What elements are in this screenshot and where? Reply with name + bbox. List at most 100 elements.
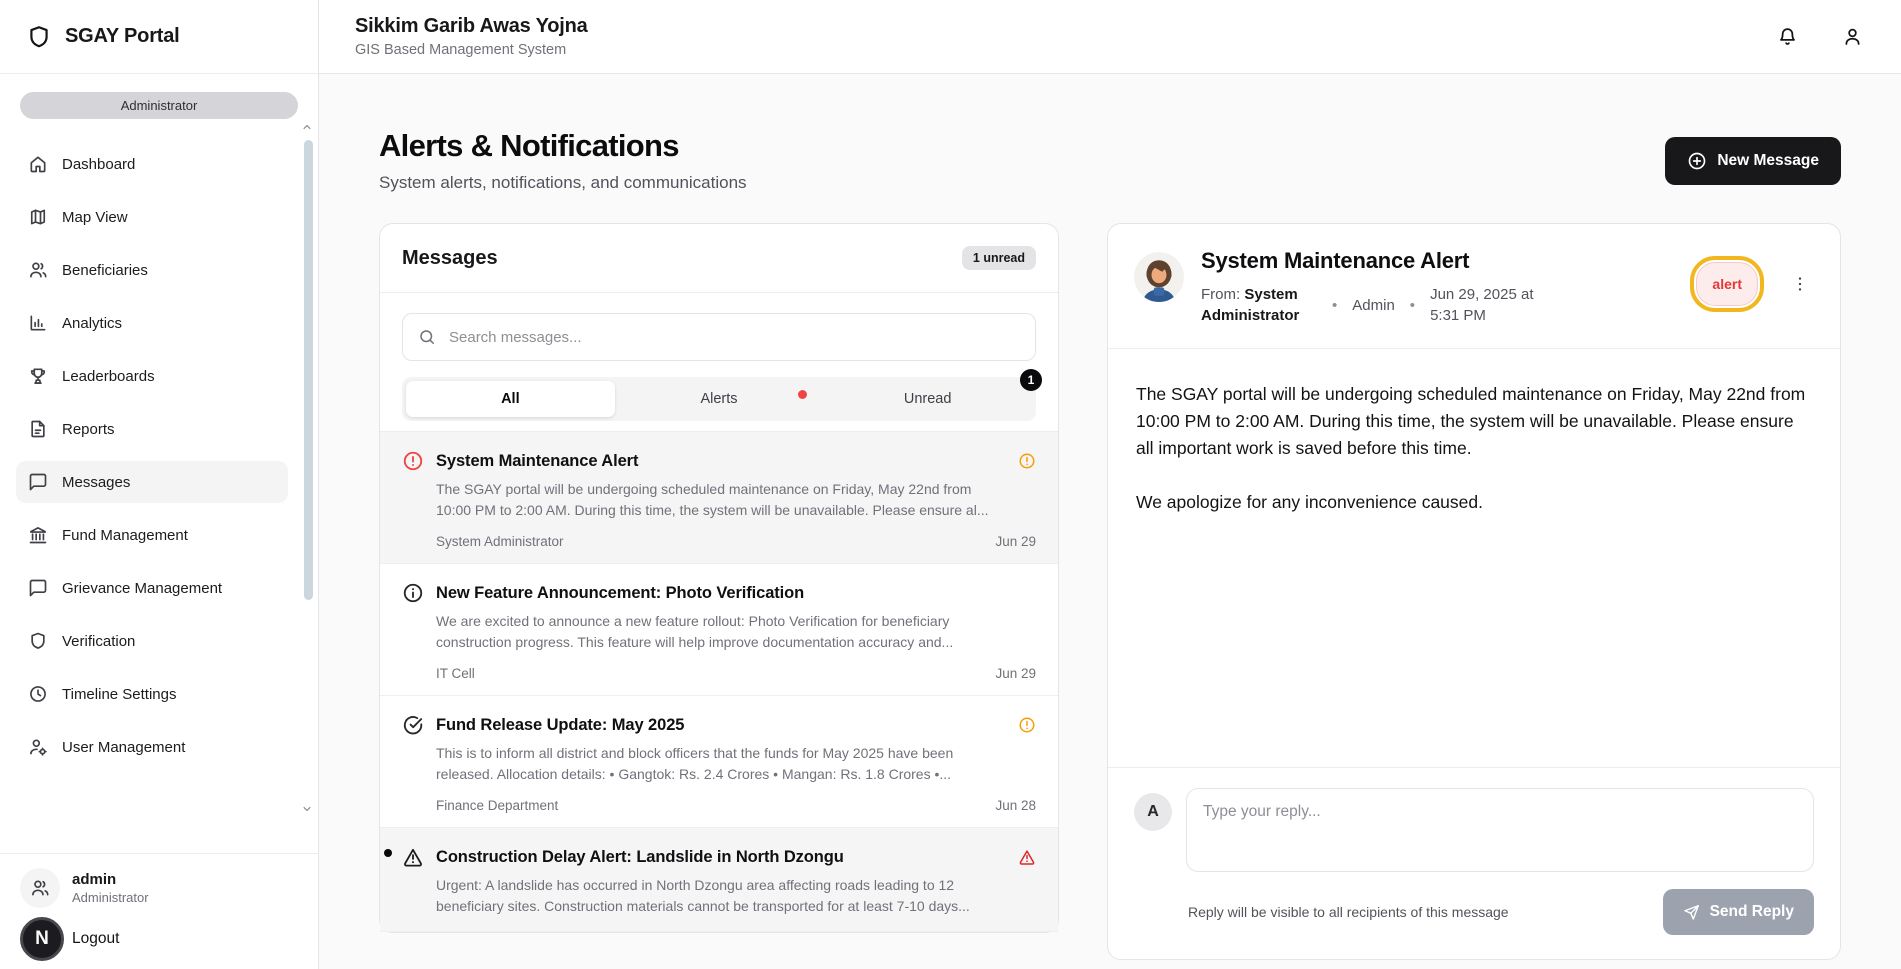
alert-circle-icon xyxy=(1018,716,1036,734)
message-detail-panel: System Maintenance Alert From: System Ad… xyxy=(1107,223,1841,960)
detail-title: System Maintenance Alert xyxy=(1201,248,1556,274)
message-timestamp: Jun 29, 2025 at 5:31 PM xyxy=(1430,284,1556,326)
sidebar-item-label: Reports xyxy=(62,421,115,438)
sidebar-item-label: Grievance Management xyxy=(62,580,222,597)
sender-avatar xyxy=(1134,252,1184,302)
alert-triangle-icon xyxy=(402,846,424,868)
tab-label: All xyxy=(501,391,520,407)
send-reply-label: Send Reply xyxy=(1710,903,1794,921)
sender-role: Admin xyxy=(1352,295,1395,316)
home-icon xyxy=(28,154,48,174)
alert-triangle-icon xyxy=(1018,848,1036,866)
chevron-up-icon[interactable] xyxy=(300,120,314,134)
tab-label: Alerts xyxy=(700,391,737,407)
clock-icon xyxy=(28,684,48,704)
alerts-notification-dot xyxy=(798,390,807,399)
sidebar-item-user-management[interactable]: User Management xyxy=(16,726,288,768)
unread-count-badge: 1 unread xyxy=(962,246,1036,270)
sidebar: SGAY Portal Administrator Dashboard Map … xyxy=(0,0,319,969)
user-name: admin xyxy=(72,871,149,888)
map-icon xyxy=(28,207,48,227)
sidebar-item-grievance-management[interactable]: Grievance Management xyxy=(16,567,288,609)
landmark-icon xyxy=(28,525,48,545)
tab-all[interactable]: All xyxy=(406,381,615,417)
message-body-paragraph: The SGAY portal will be undergoing sched… xyxy=(1136,381,1812,462)
sidebar-item-fund-management[interactable]: Fund Management xyxy=(16,514,288,556)
sidebar-item-timeline-settings[interactable]: Timeline Settings xyxy=(16,673,288,715)
main-content: Alerts & Notifications System alerts, no… xyxy=(319,74,1901,969)
meta-separator: • xyxy=(1410,295,1415,316)
tab-label: Unread xyxy=(904,391,952,407)
sidebar-item-leaderboards[interactable]: Leaderboards xyxy=(16,355,288,397)
message-list-item[interactable]: System Maintenance Alert The SGAY portal … xyxy=(380,432,1058,564)
message-date: Jun 29 xyxy=(995,534,1036,549)
sidebar-item-label: Dashboard xyxy=(62,156,135,173)
send-icon xyxy=(1683,904,1700,921)
message-sender: IT Cell xyxy=(436,666,475,681)
users-icon xyxy=(30,878,50,898)
sidebar-item-dashboard[interactable]: Dashboard xyxy=(16,143,288,185)
sidebar-item-label: Beneficiaries xyxy=(62,262,148,279)
sidebar-item-verification[interactable]: Verification xyxy=(16,620,288,662)
dev-overlay-badge[interactable]: N xyxy=(20,917,64,961)
search-input[interactable] xyxy=(402,313,1036,361)
logout-button[interactable]: N Logout xyxy=(20,917,298,961)
message-preview: The SGAY portal will be undergoing sched… xyxy=(436,479,996,521)
reply-input[interactable] xyxy=(1186,788,1814,872)
from-label: From: xyxy=(1201,286,1240,303)
chevron-down-icon[interactable] xyxy=(300,802,314,816)
topbar: Sikkim Garib Awas Yojna GIS Based Manage… xyxy=(319,0,1901,74)
message-list-item[interactable]: Fund Release Update: May 2025This is to … xyxy=(380,696,1058,828)
search-icon xyxy=(418,328,436,346)
reply-visibility-note: Reply will be visible to all recipients … xyxy=(1188,904,1509,920)
portal-subtitle: GIS Based Management System xyxy=(355,42,588,58)
reply-user-avatar: A xyxy=(1134,793,1172,831)
meta-separator: • xyxy=(1332,295,1337,316)
message-title: System Maintenance Alert xyxy=(436,452,1006,471)
sidebar-item-label: User Management xyxy=(62,739,185,756)
sidebar-item-analytics[interactable]: Analytics xyxy=(16,302,288,344)
sidebar-item-beneficiaries[interactable]: Beneficiaries xyxy=(16,249,288,291)
more-options-icon[interactable] xyxy=(1790,274,1810,294)
bar-chart-icon xyxy=(28,313,48,333)
message-list-item[interactable]: Construction Delay Alert: Landslide in N… xyxy=(380,828,1058,932)
users-icon xyxy=(28,260,48,280)
message-preview: Urgent: A landslide has occurred in Nort… xyxy=(436,875,996,917)
notifications-bell-icon[interactable] xyxy=(1777,26,1798,47)
message-title: Fund Release Update: May 2025 xyxy=(436,716,1006,735)
page-subtitle: System alerts, notifications, and commun… xyxy=(379,173,747,193)
alert-circle-icon xyxy=(402,450,424,472)
tab-alerts[interactable]: Alerts xyxy=(615,381,824,417)
sidebar-item-map-view[interactable]: Map View xyxy=(16,196,288,238)
info-icon xyxy=(402,582,424,604)
messages-panel-title: Messages xyxy=(402,247,498,270)
shield-logo-icon xyxy=(26,24,52,50)
new-message-button[interactable]: New Message xyxy=(1665,137,1841,185)
unread-indicator-dot xyxy=(384,849,392,857)
tab-unread[interactable]: Unread1 xyxy=(823,381,1032,417)
message-preview: We are excited to announce a new feature… xyxy=(436,611,996,653)
sidebar-item-label: Messages xyxy=(62,474,130,491)
new-message-label: New Message xyxy=(1717,152,1819,170)
profile-icon[interactable] xyxy=(1842,26,1863,47)
message-date: Jun 29 xyxy=(995,666,1036,681)
message-sender: Finance Department xyxy=(436,798,558,813)
sidebar-scrollbar-thumb[interactable] xyxy=(304,140,313,600)
sidebar-header: SGAY Portal xyxy=(0,0,318,74)
message-square-icon xyxy=(28,578,48,598)
send-reply-button[interactable]: Send Reply xyxy=(1663,889,1814,935)
message-title: New Feature Announcement: Photo Verifica… xyxy=(436,584,1036,603)
sidebar-item-messages[interactable]: Messages xyxy=(16,461,288,503)
page-title: Alerts & Notifications xyxy=(379,128,747,164)
user-role: Administrator xyxy=(72,890,149,905)
sidebar-item-label: Leaderboards xyxy=(62,368,155,385)
message-list-item[interactable]: New Feature Announcement: Photo Verifica… xyxy=(380,564,1058,696)
shield-icon xyxy=(28,631,48,651)
file-text-icon xyxy=(28,419,48,439)
sidebar-item-reports[interactable]: Reports xyxy=(16,408,288,450)
alert-type-badge: alert xyxy=(1696,262,1758,306)
sidebar-item-label: Analytics xyxy=(62,315,122,332)
sidebar-item-label: Timeline Settings xyxy=(62,686,177,703)
sidebar-nav: Dashboard Map View Beneficiaries Analyti… xyxy=(0,131,318,853)
alert-circle-icon xyxy=(1018,452,1036,470)
